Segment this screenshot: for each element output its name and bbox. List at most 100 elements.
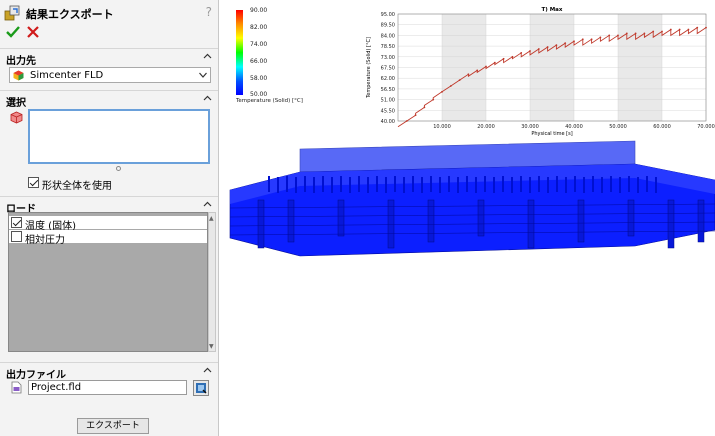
chart-y-tick-label: 73.00: [381, 55, 395, 61]
scroll-down-icon[interactable]: ▼: [209, 343, 215, 350]
chevron-up-icon[interactable]: [203, 52, 212, 61]
body-selection-icon: [10, 111, 23, 124]
chart-point: [467, 73, 470, 76]
model-fin: [412, 176, 414, 192]
model-heatsink-body: [229, 163, 715, 257]
legend-tick: 82.00: [250, 24, 268, 31]
model-fin: [466, 176, 468, 192]
model-fin: [313, 177, 315, 193]
cancel-x-icon[interactable]: [25, 24, 41, 40]
load-temperature-checkbox[interactable]: [11, 217, 22, 228]
chart-point: [405, 120, 408, 122]
chart-point: [511, 55, 514, 58]
model-fin: [358, 176, 360, 192]
model-fin: [529, 177, 531, 193]
chart-x-tick-label: 40.000: [565, 124, 583, 130]
model-fin: [538, 176, 540, 192]
chart-y-tick-label: 95.00: [381, 12, 395, 18]
chart-point: [678, 28, 681, 31]
whole-shape-checkbox[interactable]: [28, 177, 39, 188]
model-fin: [610, 176, 612, 192]
browse-button[interactable]: [193, 380, 209, 396]
chart-point: [669, 28, 672, 31]
output-target-value: Simcenter FLD: [30, 70, 104, 81]
export-button[interactable]: エクスポート: [77, 418, 149, 434]
model-fin: [340, 176, 342, 192]
export-results-icon: [4, 5, 20, 21]
chart-x-tick-label: 10.000: [433, 124, 451, 130]
load-pressure-checkbox[interactable]: [11, 231, 22, 242]
chevron-down-icon[interactable]: [199, 72, 207, 78]
resize-handle[interactable]: [116, 166, 121, 171]
model-post: [287, 199, 295, 243]
chart-point: [625, 32, 628, 35]
model-post: [577, 199, 585, 243]
model-fin: [574, 176, 576, 192]
section-output-target-header[interactable]: 出力先: [0, 48, 218, 67]
chart-x-tick-label: 50.000: [609, 124, 627, 130]
chart-point: [546, 46, 549, 48]
property-manager-panel: 結果エクスポート ? 出力先 Simcenter FLD 選択 形状全体を使用 …: [0, 0, 219, 436]
model-fin: [394, 176, 396, 192]
chart-y-axis-label: Temperature (Solid) [°C]: [366, 37, 372, 99]
ok-check-icon[interactable]: [5, 24, 21, 40]
chart-point: [502, 57, 505, 60]
list-item[interactable]: 温度 (固体): [9, 216, 207, 232]
help-button[interactable]: ?: [206, 5, 212, 19]
model-post: [697, 199, 705, 243]
model-fin: [511, 177, 513, 193]
load-list-scrollbar[interactable]: ▲ ▼: [208, 212, 216, 352]
model-fin: [331, 177, 333, 193]
model-fin: [646, 176, 648, 192]
chart-point: [696, 26, 699, 29]
model-fin: [421, 177, 423, 193]
model-fin: [457, 177, 459, 193]
model-fin: [547, 177, 549, 193]
chevron-up-icon[interactable]: [203, 200, 212, 209]
model-fin: [367, 177, 369, 193]
chart-point: [652, 30, 655, 33]
temperature-chart: T) Max 40.00 45.50 51.00 56.50 62.00 67.50 73.…: [366, 7, 715, 137]
legend-tick: 50.00: [250, 91, 268, 98]
section-load-header[interactable]: ロード: [0, 196, 218, 215]
model-fin: [655, 177, 657, 193]
chevron-up-icon[interactable]: [203, 366, 212, 375]
model-fin: [601, 177, 603, 193]
legend-tick: 58.00: [250, 75, 268, 82]
panel-title: 結果エクスポート: [26, 8, 114, 21]
chart-point: [537, 48, 540, 50]
model-fin: [475, 177, 477, 193]
chart-point: [476, 69, 479, 72]
list-item[interactable]: 相対圧力: [9, 230, 207, 246]
chart-y-tick-label: 56.50: [381, 87, 395, 93]
chart-point: [617, 34, 619, 37]
section-selection-header[interactable]: 選択: [0, 90, 218, 109]
section-output-file-header[interactable]: 出力ファイル: [0, 362, 218, 381]
load-list: 温度 (固体) 相対圧力: [8, 212, 208, 352]
chart-point: [573, 40, 575, 43]
model-fin: [520, 176, 522, 192]
chart-x-ticks: 10.000 20.000 30.000 40.000 50.000 60.000 70.0…: [433, 124, 715, 130]
chart-point: [687, 28, 690, 31]
legend-color-bar: [236, 10, 243, 95]
selection-list-box[interactable]: [28, 109, 210, 164]
legend-tick: 90.00: [250, 7, 268, 14]
legend-tick: 66.00: [250, 58, 268, 65]
section-output-file-label: 出力ファイル: [6, 370, 66, 381]
model-3d-view[interactable]: [228, 138, 715, 298]
model-fin: [592, 176, 594, 192]
chart-point: [564, 42, 567, 45]
chart-y-tick-label: 40.00: [381, 119, 395, 125]
chart-point: [432, 98, 435, 101]
chart-title: T) Max: [542, 7, 563, 13]
load-pressure-label: 相対圧力: [25, 235, 65, 246]
output-target-select[interactable]: Simcenter FLD: [9, 67, 211, 83]
model-fin: [556, 176, 558, 192]
scroll-up-icon[interactable]: ▲: [209, 215, 215, 222]
chart-point: [458, 79, 461, 82]
output-file-name-input[interactable]: Project.fld: [28, 380, 187, 395]
model-fin: [349, 177, 351, 193]
model-fin: [502, 176, 504, 192]
chart-point: [661, 30, 663, 33]
chevron-up-icon[interactable]: [203, 94, 212, 103]
